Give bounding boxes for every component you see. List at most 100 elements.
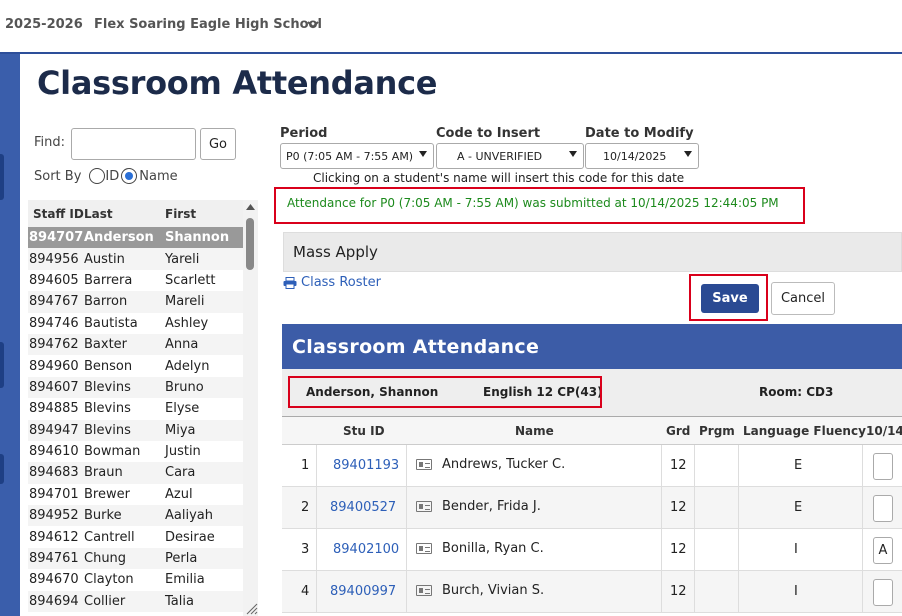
class-roster-link[interactable]: Class Roster [283,275,381,290]
student-row: 1 89401193 Andrews, Tucker C. 12 E [282,445,902,487]
student-id-link[interactable]: 89400527 [330,500,396,515]
student-name[interactable]: Burch, Vivian S. [442,583,544,598]
staff-last: Bautista [84,315,138,331]
staff-row[interactable]: 894761 Chung Perla [28,547,258,570]
staff-id: 894694 [29,593,79,609]
staff-row[interactable]: 894612 Cantrell Desirae [28,526,258,547]
scroll-thumb[interactable] [246,218,254,270]
id-card-icon[interactable] [416,459,432,470]
staff-row[interactable]: 894683 Braun Cara [28,462,258,484]
staff-row[interactable]: 894746 Bautista Ashley [28,313,258,334]
staff-id: 894767 [29,294,79,310]
staff-row[interactable]: 894670 Clayton Emilia [28,569,258,590]
staff-last: Brewer [84,486,130,502]
student-id-link[interactable]: 89401193 [333,458,399,473]
go-button[interactable]: Go [200,128,236,160]
date-select[interactable]: 10/14/2025 [585,143,699,169]
staff-first: Elyse [165,401,200,417]
staff-row[interactable]: 894952 Burke Aaliyah [28,505,258,527]
col-language-fluency[interactable]: Language Fluency [743,424,866,438]
chevron-down-icon[interactable] [305,17,321,33]
attendance-code-input[interactable] [873,579,893,606]
header-first[interactable]: First [165,207,243,221]
highlight-box [288,376,602,408]
staff-id: 894610 [29,444,79,460]
resize-handle-icon[interactable] [246,603,258,615]
language-fluency: E [794,458,803,473]
rail-tab[interactable] [0,342,4,388]
staff-first: Perla [165,551,198,567]
period-select[interactable]: P0 (7:05 AM - 7:55 AM) [280,143,434,169]
staff-row[interactable]: 894956 Austin Yareli [28,248,258,270]
staff-row[interactable]: 894605 Barrera Scarlett [28,270,258,291]
staff-row[interactable]: 894947 Blevins Miya [28,419,258,441]
header-last[interactable]: Last [84,207,165,221]
staff-row[interactable]: 894694 Collier Talia [28,590,258,613]
staff-id: 894956 [29,251,79,267]
mass-apply-bar[interactable]: Mass Apply [283,232,902,272]
attendance-code-input[interactable]: A [873,537,893,564]
attendance-panel-header: Classroom Attendance [282,324,902,369]
language-fluency: E [794,500,803,515]
staff-row[interactable]: 894960 Benson Adelyn [28,355,258,376]
school-year[interactable]: 2025-2026 [5,17,83,32]
staff-row[interactable]: 894707 Anderson Shannon [28,227,258,249]
attendance-code-input[interactable] [873,495,893,522]
find-input[interactable] [71,128,196,160]
room-label: Room: CD3 [759,385,834,399]
staff-id: 894885 [29,401,79,417]
col-name[interactable]: Name [515,424,554,438]
staff-row[interactable]: 894610 Bowman Justin [28,441,258,462]
code-select[interactable]: A - UNVERIFIED [436,143,584,169]
staff-row[interactable]: 894701 Brewer Azul [28,484,258,505]
staff-first: Shannon [165,230,230,246]
scroll-up-icon[interactable] [246,204,255,210]
school-name[interactable]: Flex Soaring Eagle High School [94,17,322,32]
staff-row[interactable]: 894607 Blevins Bruno [28,376,258,399]
sort-name-radio[interactable] [121,168,138,184]
staff-first: Adelyn [165,358,210,374]
staff-first: Talia [165,593,194,609]
id-card-icon[interactable] [416,501,432,512]
staff-list: Staff ID Last First 894707 Anderson Shanno… [28,200,258,616]
student-name[interactable]: Andrews, Tucker C. [442,457,565,472]
save-button[interactable]: Save [701,284,759,313]
staff-first: Yareli [165,251,200,267]
rail-tab[interactable] [0,154,4,200]
sort-id-radio[interactable] [89,168,106,184]
staff-last: Blevins [84,401,131,417]
mass-apply-label: Mass Apply [293,243,378,261]
staff-row[interactable]: 894762 Baxter Anna [28,333,258,356]
attendance-code-input[interactable] [873,453,893,480]
printer-icon [283,276,297,289]
col-grd[interactable]: Grd [666,424,690,438]
staff-row[interactable]: 894767 Barron Mareli [28,291,258,313]
staff-id: 894746 [29,315,79,331]
staff-id: 894607 [29,379,79,395]
staff-last: Baxter [84,337,128,353]
student-id-link[interactable]: 89400997 [330,584,396,599]
staff-first: Justin [165,444,201,460]
header-staff-id[interactable]: Staff ID [28,207,84,221]
col-stu-id[interactable]: Stu ID [343,424,385,438]
student-name[interactable]: Bonilla, Ryan C. [442,541,544,556]
staff-list-scrollbar[interactable] [243,200,258,616]
col-prgm[interactable]: Prgm [699,424,735,438]
dropdown-arrow-icon [569,151,577,157]
staff-last: Barron [84,294,128,310]
dropdown-arrow-icon [684,151,692,157]
rail-tab[interactable] [0,454,4,484]
student-id-link[interactable]: 89402100 [333,542,399,557]
id-card-icon[interactable] [416,543,432,554]
staff-id: 894761 [29,551,79,567]
top-bar: 2025-2026 Flex Soaring Eagle High School [0,0,902,52]
sort-name-label: Name [139,168,178,184]
student-grade: 12 [670,584,687,599]
id-card-icon[interactable] [416,585,432,596]
cancel-button[interactable]: Cancel [771,282,835,315]
staff-last: Blevins [84,422,131,438]
staff-row[interactable]: 894885 Blevins Elyse [28,398,258,419]
language-fluency: I [794,584,798,599]
student-name[interactable]: Bender, Frida J. [442,499,541,514]
col-date[interactable]: 10/14 [866,424,902,438]
